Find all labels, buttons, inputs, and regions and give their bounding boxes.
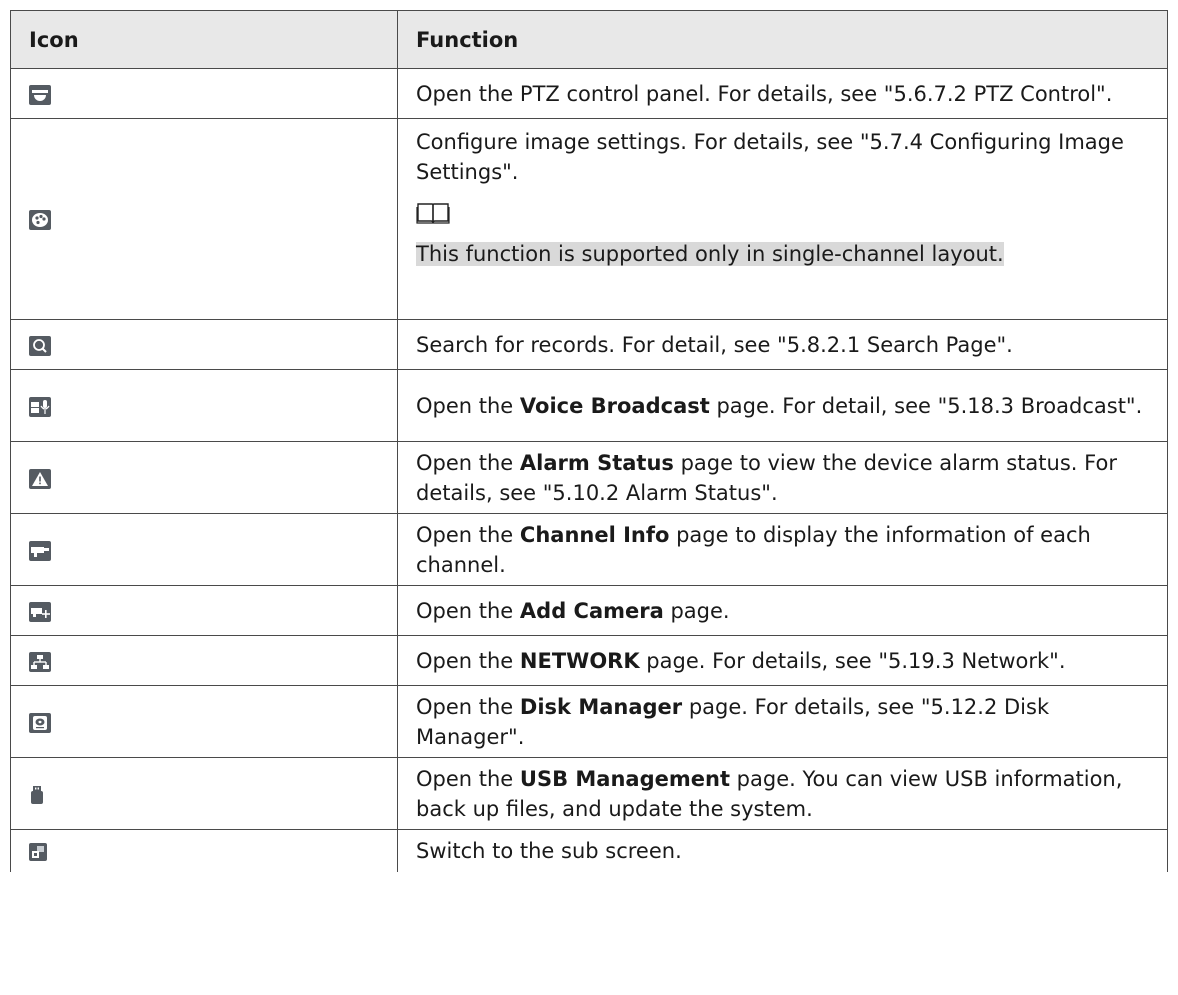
function-cell: Switch to the sub screen.	[397, 829, 1168, 872]
page-name: Channel Info	[519, 522, 670, 547]
icon-cell	[10, 635, 398, 686]
icon-cell	[10, 829, 398, 872]
function-text: Open the	[416, 522, 520, 547]
function-text: page.	[663, 598, 730, 623]
table-row: Open the Disk Manager page. For details,…	[10, 685, 1168, 758]
icon-cell	[10, 757, 398, 830]
icon-cell	[10, 319, 398, 370]
function-cell: Open the Voice Broadcast page. For detai…	[397, 369, 1168, 442]
disk-manager-icon	[29, 712, 51, 733]
table-header-row: Icon Function	[10, 10, 1168, 69]
function-cell: Open the PTZ control panel. For details,…	[397, 68, 1168, 119]
page-name: Add Camera	[519, 598, 664, 623]
function-cell: Configure image settings. For details, s…	[397, 118, 1168, 320]
function-text: Search for records. For detail, see "5.8…	[416, 332, 1013, 357]
table-row: Open the NETWORK page. For details, see …	[10, 635, 1168, 686]
search-icon	[29, 335, 51, 356]
icon-cell	[10, 585, 398, 636]
table-row: Open the Channel Info page to display th…	[10, 513, 1168, 586]
note-text: This function is supported only in singl…	[416, 242, 1004, 266]
icon-function-table: Icon Function Open the PTZ control panel…	[10, 10, 1168, 872]
alarm-warning-icon	[29, 468, 51, 489]
function-text: Open the PTZ control panel. For details,…	[416, 81, 1113, 106]
table-row: Open the Voice Broadcast page. For detai…	[10, 369, 1168, 442]
icon-cell	[10, 369, 398, 442]
sub-screen-icon	[29, 842, 47, 861]
function-cell: Search for records. For detail, see "5.8…	[397, 319, 1168, 370]
function-cell: Open the NETWORK page. For details, see …	[397, 635, 1168, 686]
icon-cell	[10, 513, 398, 586]
function-text: Open the	[416, 393, 520, 418]
page-name: USB Management	[519, 766, 730, 791]
function-column-header: Function	[397, 10, 1168, 69]
function-text: Configure image settings. For details, s…	[416, 130, 1124, 184]
function-text: Open the	[416, 450, 520, 475]
page-name: NETWORK	[519, 648, 640, 673]
function-cell: Open the Alarm Status page to view the d…	[397, 441, 1168, 514]
icon-cell	[10, 441, 398, 514]
page-name: Disk Manager	[519, 694, 683, 719]
function-text: page. For detail, see "5.18.3 Broadcast"…	[709, 393, 1143, 418]
usb-icon	[29, 785, 45, 805]
ptz-dome-icon	[29, 84, 51, 105]
voice-broadcast-icon	[29, 396, 51, 417]
camera-info-icon	[29, 540, 51, 561]
table-row: Search for records. For detail, see "5.8…	[10, 319, 1168, 370]
function-cell: Open the Add Camera page.	[397, 585, 1168, 636]
table-row: Configure image settings. For details, s…	[10, 118, 1168, 320]
page-name: Alarm Status	[519, 450, 674, 475]
palette-icon	[29, 210, 51, 230]
page-name: Voice Broadcast	[519, 393, 710, 418]
network-icon	[29, 651, 51, 672]
table-row: Open the Add Camera page.	[10, 585, 1168, 636]
icon-column-header: Icon	[10, 10, 398, 69]
function-cell: Open the Disk Manager page. For details,…	[397, 685, 1168, 758]
function-text: Open the	[416, 648, 520, 673]
book-note-icon	[416, 201, 1155, 233]
table-row: Open the PTZ control panel. For details,…	[10, 68, 1168, 119]
function-text: Open the	[416, 694, 520, 719]
table-row: Open the Alarm Status page to view the d…	[10, 441, 1168, 514]
icon-cell	[10, 685, 398, 758]
function-text: page. For details, see "5.19.3 Network".	[639, 648, 1066, 673]
function-text: Open the	[416, 766, 520, 791]
icon-cell	[10, 68, 398, 119]
function-text: Open the	[416, 598, 520, 623]
function-cell: Open the USB Management page. You can vi…	[397, 757, 1168, 830]
function-text: Switch to the sub screen.	[416, 838, 682, 863]
table-row: Switch to the sub screen.	[10, 829, 1168, 872]
table-row: Open the USB Management page. You can vi…	[10, 757, 1168, 830]
function-cell: Open the Channel Info page to display th…	[397, 513, 1168, 586]
add-camera-icon	[29, 601, 51, 622]
icon-cell	[10, 118, 398, 320]
